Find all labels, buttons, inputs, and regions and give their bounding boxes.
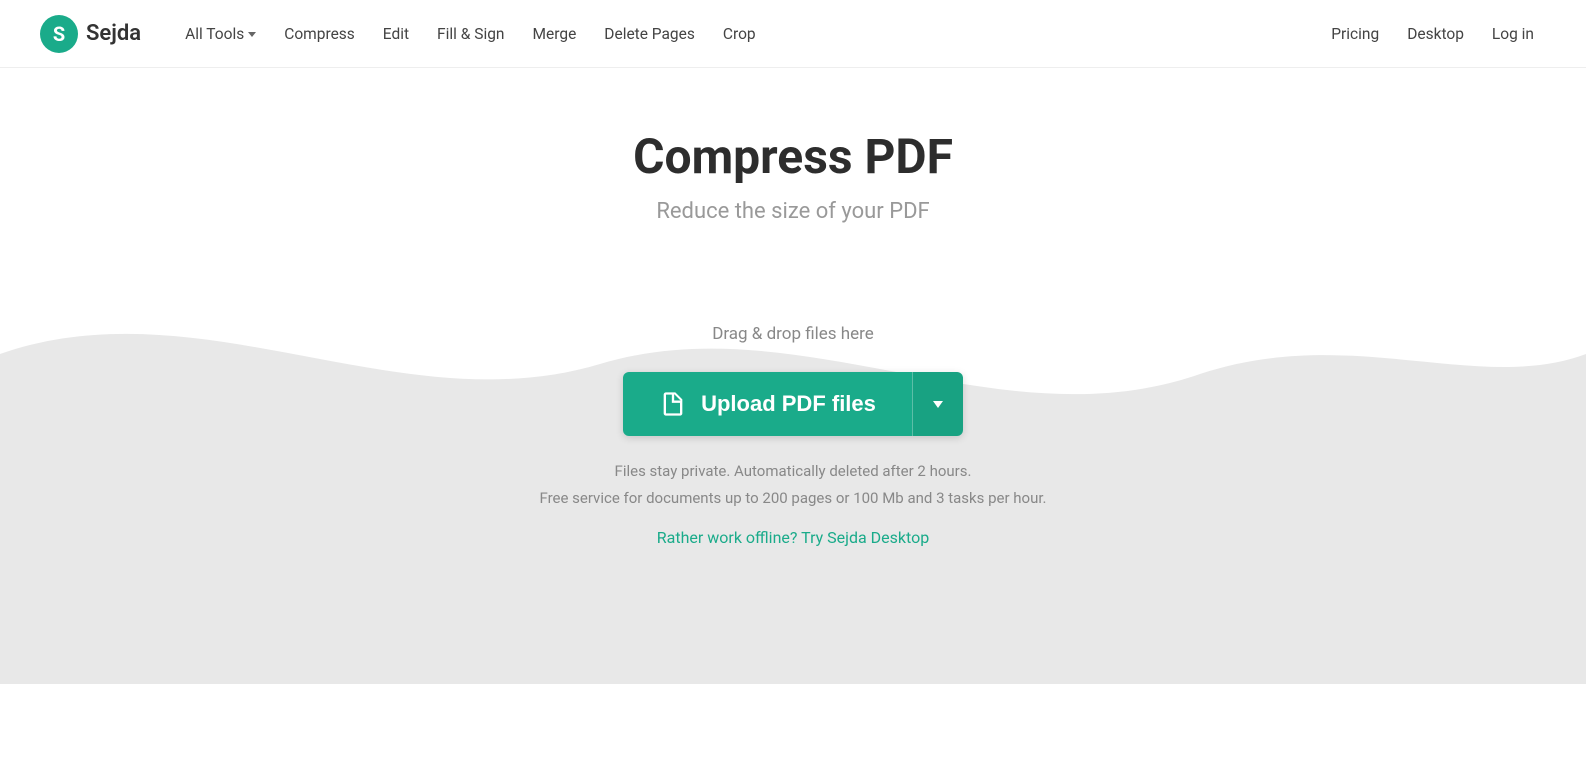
offline-link[interactable]: Rather work offline? Try Sejda Desktop xyxy=(657,528,929,547)
nav-crop[interactable]: Crop xyxy=(711,19,768,49)
upload-content: Drag & drop files here Upload PDF files … xyxy=(0,264,1586,627)
page-title: Compress PDF xyxy=(20,128,1566,185)
hero-section: Compress PDF Reduce the size of your PDF xyxy=(0,68,1586,224)
nav-pricing[interactable]: Pricing xyxy=(1319,19,1391,49)
privacy-info: Files stay private. Automatically delete… xyxy=(539,458,1046,512)
chevron-down-icon xyxy=(933,401,943,408)
logo-icon: S xyxy=(40,15,78,53)
nav-merge[interactable]: Merge xyxy=(521,19,589,49)
nav-all-tools[interactable]: All Tools xyxy=(173,19,268,49)
upload-section: Drag & drop files here Upload PDF files … xyxy=(0,264,1586,684)
upload-pdf-button[interactable]: Upload PDF files xyxy=(623,372,912,436)
nav-edit[interactable]: Edit xyxy=(371,19,421,49)
nav-compress[interactable]: Compress xyxy=(272,19,367,49)
upload-dropdown-button[interactable] xyxy=(912,372,963,436)
main-nav: All Tools Compress Edit Fill & Sign Merg… xyxy=(173,19,1319,49)
drag-drop-label: Drag & drop files here xyxy=(712,324,874,344)
upload-button-group: Upload PDF files xyxy=(623,372,963,436)
logo-link[interactable]: S Sejda xyxy=(40,15,141,53)
logo-name: Sejda xyxy=(86,21,141,46)
right-nav: Pricing Desktop Log in xyxy=(1319,19,1546,49)
chevron-down-icon xyxy=(248,32,256,37)
page-subtitle: Reduce the size of your PDF xyxy=(20,199,1566,224)
upload-button-label: Upload PDF files xyxy=(701,391,876,417)
nav-fill-sign[interactable]: Fill & Sign xyxy=(425,19,516,49)
nav-delete-pages[interactable]: Delete Pages xyxy=(592,19,707,49)
privacy-line-1: Files stay private. Automatically delete… xyxy=(539,458,1046,485)
pdf-file-icon xyxy=(659,390,687,418)
nav-desktop[interactable]: Desktop xyxy=(1395,19,1476,49)
privacy-line-2: Free service for documents up to 200 pag… xyxy=(539,485,1046,512)
header: S Sejda All Tools Compress Edit Fill & S… xyxy=(0,0,1586,68)
nav-login[interactable]: Log in xyxy=(1480,19,1546,49)
